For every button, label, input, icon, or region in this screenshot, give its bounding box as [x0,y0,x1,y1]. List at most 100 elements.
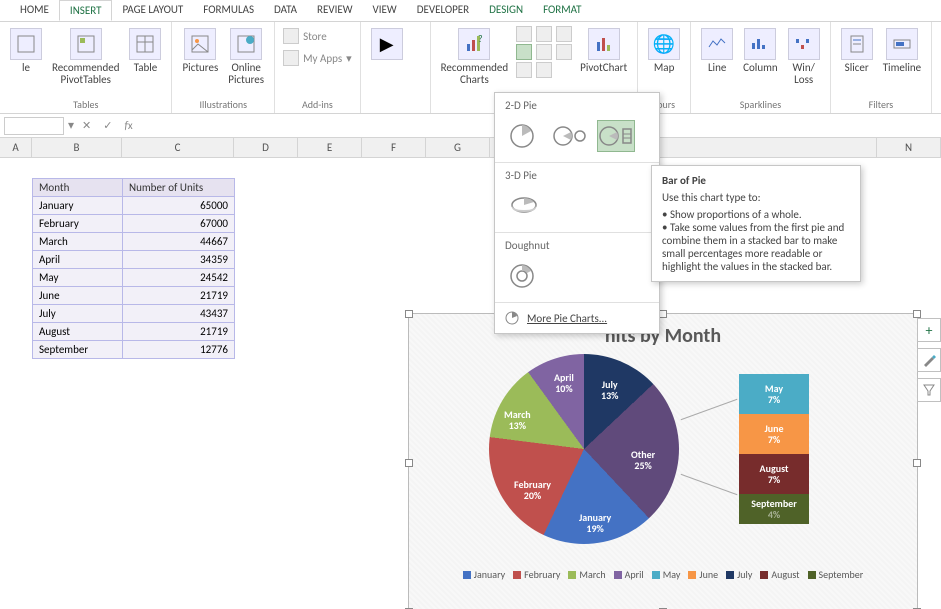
tooltip-text: • Show proportions of a whole. [662,208,850,221]
table-row: September12776 [33,341,235,359]
tab-developer[interactable]: DEVELOPER [407,0,479,21]
slice-label: February20% [514,479,551,501]
column-chart-icon[interactable] [516,26,532,42]
area-chart-icon[interactable] [556,44,572,60]
legend-item: June [688,568,718,581]
group-addins: Store My Apps▾ Add-ins [275,22,361,113]
group-label: Sparklines [699,98,822,111]
slicer-button[interactable]: Slicer [839,26,875,76]
table-header[interactable]: Number of Units [123,179,235,197]
legend-item: March [568,568,605,581]
col-header[interactable]: G [426,138,490,158]
tab-page-layout[interactable]: PAGE LAYOUT [112,0,193,21]
table-row: March44667 [33,233,235,251]
scatter-chart-icon[interactable] [516,62,532,78]
column-headers: A B C D E F G H N [0,138,941,158]
store-button[interactable]: Store [283,26,352,46]
bar-segment: June7% [739,414,809,454]
resize-handle[interactable] [913,310,921,318]
map-button[interactable]: 🌐Map [646,26,682,76]
sparkline-column-icon [744,28,776,60]
tab-insert[interactable]: INSERT [59,0,113,21]
doughnut-option[interactable] [505,260,543,292]
table-row: February67000 [33,215,235,233]
col-header[interactable]: A [0,138,32,158]
bar-stack: May7% June7% August7% September4% [739,374,809,524]
timeline-button[interactable]: Timeline [881,26,923,76]
chart-styles-button[interactable] [917,348,941,372]
col-header[interactable]: C [122,138,234,158]
pie-3d-option[interactable] [505,190,543,222]
slice-label: Other25% [631,449,655,471]
resize-handle[interactable] [659,310,667,318]
chart-legend[interactable]: January February March April May June Ju… [409,564,917,585]
chart-filters-button[interactable] [917,378,941,402]
online-pictures-icon [230,28,262,60]
winloss-chart-icon[interactable] [556,26,572,42]
timeline-icon [886,28,918,60]
table-button[interactable]: Table [127,26,163,76]
tooltip-title: Bar of Pie [662,174,850,187]
online-pictures-button[interactable]: Online Pictures [226,26,266,88]
connector-line [681,474,738,495]
resize-handle[interactable] [405,310,413,318]
tab-home[interactable]: HOME [10,0,59,21]
chart-title[interactable]: nits by Month [409,314,917,354]
bar-of-pie-option[interactable] [597,120,635,152]
sparkline-line-button[interactable]: Line [699,26,735,76]
recommended-charts-button[interactable]: ? Recommended Charts [439,26,510,88]
more-pie-charts-button[interactable]: More Pie Charts... [495,303,659,333]
bing-button[interactable]: ▶ [369,26,405,62]
myapps-button[interactable]: My Apps▾ [283,48,352,68]
tab-data[interactable]: DATA [264,0,307,21]
group-filters: Slicer Timeline Filters [831,22,932,113]
pictures-icon [184,28,216,60]
data-table: MonthNumber of Units January65000 Februa… [32,178,235,359]
sparkline-column-button[interactable]: Column [741,26,780,76]
table-header[interactable]: Month [33,179,123,197]
recommended-pivottables-button[interactable]: Recommended PivotTables [50,26,121,88]
pie-of-pie-option[interactable] [551,120,589,152]
bar-chart-icon[interactable] [536,44,552,60]
table-row: July43437 [33,305,235,323]
tab-design[interactable]: DESIGN [479,0,533,21]
dropdown-section-label: 2-D Pie [495,93,659,116]
tab-formulas[interactable]: FORMULAS [193,0,264,21]
sparkline-winloss-button[interactable]: Win/ Loss [786,26,822,88]
tooltip-text: Use this chart type to: [662,191,850,204]
table-icon [129,28,161,60]
table-row: June21719 [33,287,235,305]
slice-label: January19% [579,512,611,534]
legend-item: July [726,568,752,581]
pivottable-button[interactable]: le [8,26,44,76]
col-header[interactable]: F [362,138,426,158]
col-header[interactable]: E [298,138,362,158]
group-bing: ▶ [361,22,431,113]
pie-chart-dropdown: 2-D Pie 3-D Pie Doughnut More Pie Charts… [494,92,660,334]
pictures-button[interactable]: Pictures [180,26,220,76]
tab-review[interactable]: REVIEW [307,0,363,21]
fx-icon[interactable]: fx [120,119,136,132]
formula-bar: ▾ ✕ ✓ fx [0,114,941,138]
accept-formula-icon[interactable]: ✓ [99,119,116,132]
tab-view[interactable]: VIEW [363,0,407,21]
col-header[interactable]: D [234,138,298,158]
line-chart-icon[interactable] [536,26,552,42]
pie-2d-option[interactable] [505,120,543,152]
apps-icon [283,50,299,66]
chevron-down-icon[interactable]: ▾ [68,118,74,133]
pivotchart-button[interactable]: PivotChart [578,26,629,76]
chart-elements-button[interactable]: + [917,318,941,342]
col-header[interactable]: N [877,138,941,158]
tab-format[interactable]: FORMAT [533,0,591,21]
cancel-formula-icon[interactable]: ✕ [78,119,95,132]
pie-chart-icon[interactable] [516,44,532,60]
ribbon-tabs: HOME INSERT PAGE LAYOUT FORMULAS DATA RE… [0,0,941,22]
slice-label: April10% [554,372,574,394]
chart-object[interactable]: nits by Month July13% Other25% January19… [408,313,918,609]
col-header[interactable]: B [32,138,122,158]
other-chart-icon[interactable] [536,62,552,78]
name-box[interactable] [4,117,64,135]
chart-plot-area[interactable]: July13% Other25% January19% February20% … [409,354,917,564]
legend-item: January [463,568,505,581]
